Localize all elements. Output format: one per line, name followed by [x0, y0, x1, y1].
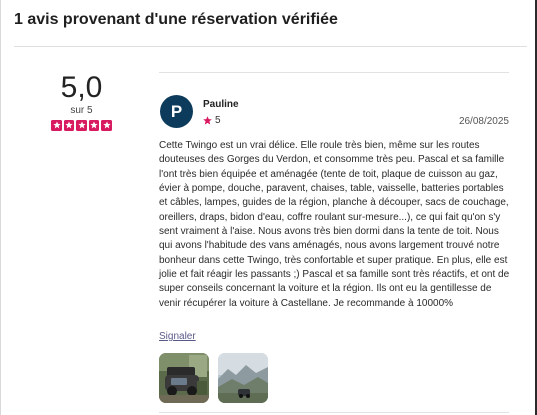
rating-summary: 5,0 sur 5 — [44, 72, 119, 131]
reviews-heading-text: provenant d'une réservation vérifiée — [58, 11, 338, 28]
average-score: 5,0 — [60, 71, 103, 104]
reviews-heading: 1 avis provenant d'une réservation vérif… — [14, 11, 338, 29]
rating-value: 5 — [215, 115, 221, 126]
report-link[interactable]: Signaler — [159, 331, 196, 342]
avatar: P — [160, 95, 193, 128]
reviewer-name: Pauline — [203, 99, 239, 110]
reviews-count: 1 avis — [14, 11, 59, 28]
star-icon — [88, 120, 100, 131]
star-icon — [101, 120, 112, 131]
score-scale: sur 5 — [70, 105, 93, 116]
heading-divider — [14, 46, 527, 47]
review-text: Cette Twingo est un vrai délice. Elle ro… — [159, 140, 510, 309]
star-icon — [76, 120, 87, 131]
mountain-landscape-photo[interactable] — [218, 353, 268, 403]
star-icon — [63, 120, 75, 131]
review-divider-bottom — [159, 412, 509, 413]
star-icon — [203, 116, 212, 125]
car-camping-photo[interactable] — [159, 353, 209, 403]
star-icon — [51, 120, 62, 131]
review-date: 26/08/2025 — [458, 116, 509, 127]
review-rating: 5 — [203, 115, 221, 126]
review-divider-top — [159, 72, 509, 73]
summary-stars — [44, 120, 119, 131]
